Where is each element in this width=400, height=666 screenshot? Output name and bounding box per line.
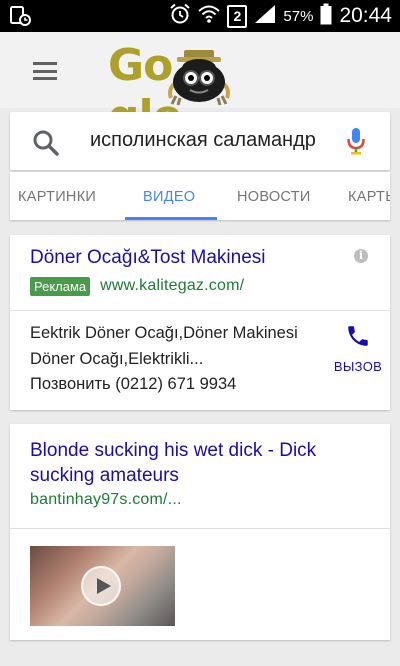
hamburger-icon[interactable] <box>33 62 57 80</box>
google-doodle-logo[interactable]: Gogle <box>108 36 294 142</box>
call-button[interactable]: ВЫЗОВ <box>326 323 390 374</box>
ad-result-card: Döner Ocağı&Tost Makinesi i Реклама www.… <box>10 235 390 410</box>
search-box <box>10 112 390 170</box>
search-icon[interactable] <box>32 129 60 162</box>
status-bar: 2 57% 20:44 <box>0 0 400 32</box>
ad-phone-line: Позвонить (0212) 671 9934 <box>30 375 237 393</box>
active-tab-indicator <box>125 217 217 220</box>
ad-url[interactable]: www.kalitegaz.com/ <box>100 277 244 295</box>
tab-maps[interactable]: КАРТЫ <box>348 172 390 220</box>
search-tabs: КАРТИНКИ ВИДЕО НОВОСТИ КАРТЫ <box>10 172 390 220</box>
sim-icon: 2 <box>227 4 248 28</box>
ad-title-link[interactable]: Döner Ocağı&Tost Makinesi <box>30 247 266 269</box>
ad-desc-line: Döner Ocağı,Elektrikli... <box>30 349 204 368</box>
alarm-icon <box>169 3 191 30</box>
ad-description: Eektrik Döner Ocağı,Döner Makinesi Döner… <box>30 321 330 398</box>
result-title-link[interactable]: Blonde sucking his wet dick - Dick sucki… <box>30 438 375 488</box>
ad-desc-line: Eektrik Döner Ocağı,Döner Makinesi <box>30 324 298 342</box>
tab-video[interactable]: ВИДЕО <box>143 172 195 220</box>
battery-percent: 57% <box>283 7 314 25</box>
wifi-icon <box>198 4 221 29</box>
app-header: Gogle <box>0 32 400 142</box>
divider <box>10 528 390 529</box>
tab-news[interactable]: НОВОСТИ <box>237 172 311 220</box>
video-result-card: Blonde sucking his wet dick - Dick sucki… <box>10 424 390 640</box>
salamander-mascot-icon <box>168 50 230 106</box>
screenshot-icon <box>10 6 32 31</box>
result-url[interactable]: bantinhay97s.com/... <box>30 491 182 509</box>
ad-badge: Реклама <box>30 276 91 296</box>
mic-icon[interactable] <box>346 127 366 160</box>
tab-images[interactable]: КАРТИНКИ <box>18 172 96 220</box>
signal-icon <box>254 4 276 29</box>
clock: 20:44 <box>339 4 392 27</box>
phone-icon <box>348 326 368 346</box>
call-label: ВЫЗОВ <box>333 359 383 374</box>
divider <box>10 310 390 311</box>
battery-icon <box>320 3 332 30</box>
search-input[interactable] <box>90 127 326 153</box>
video-thumbnail[interactable] <box>30 546 175 626</box>
play-icon[interactable] <box>81 566 121 606</box>
info-icon[interactable]: i <box>354 249 368 263</box>
